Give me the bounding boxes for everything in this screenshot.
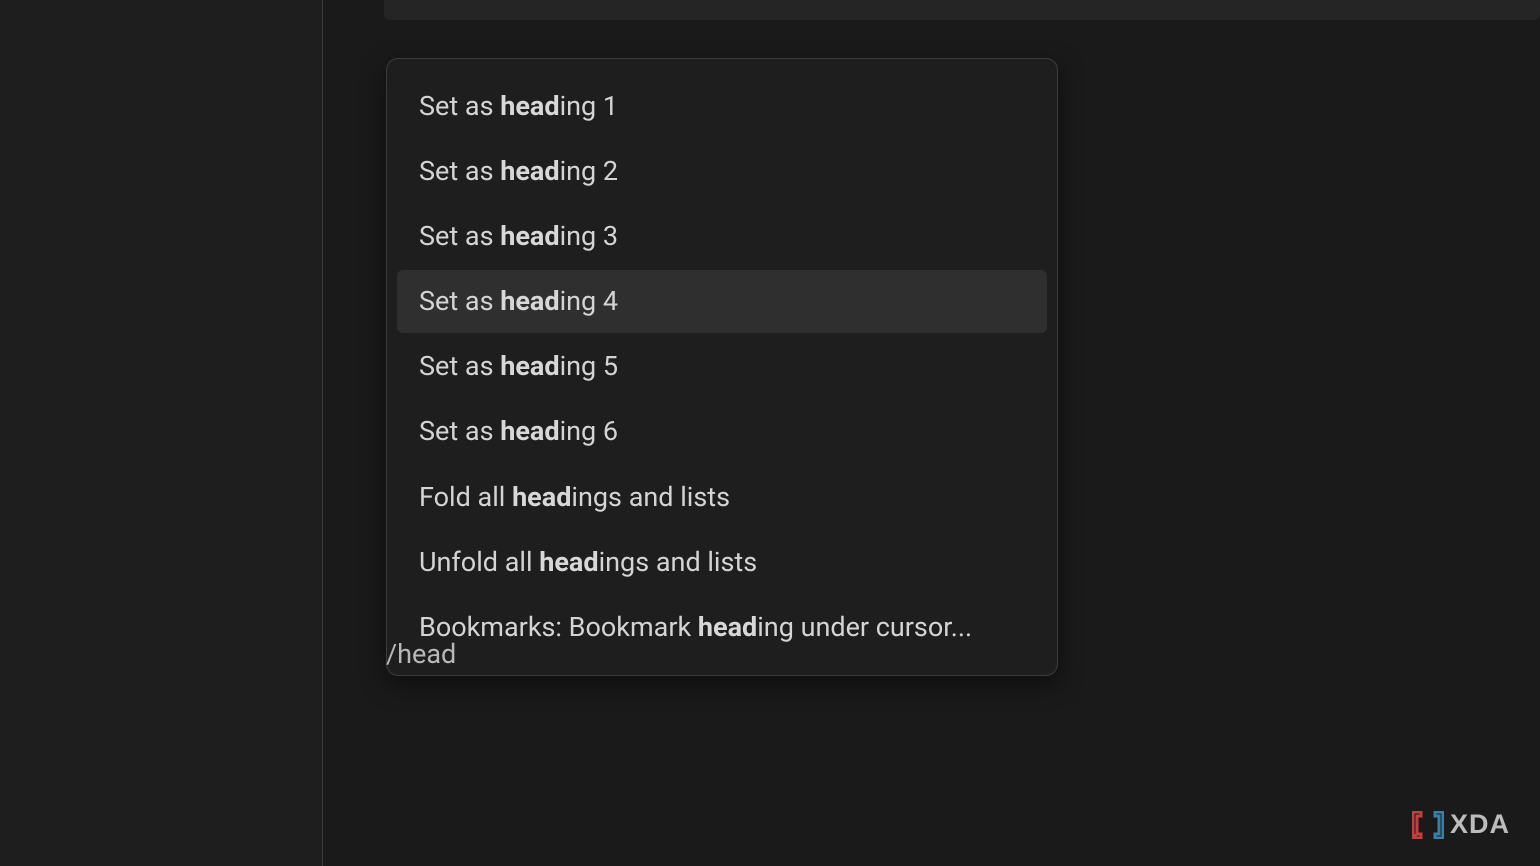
command-text-after: ing 2 bbox=[560, 155, 619, 187]
command-text-match: head bbox=[512, 481, 571, 513]
command-text-before: Set as bbox=[419, 350, 500, 382]
command-item-5[interactable]: Set as heading 6 bbox=[397, 400, 1047, 463]
command-text-after: ings and lists bbox=[571, 481, 730, 513]
command-text-after: ing 5 bbox=[560, 350, 619, 382]
command-text-match: head bbox=[500, 285, 559, 317]
xda-watermark-text: XDA bbox=[1450, 809, 1510, 840]
command-text-match: head bbox=[500, 220, 559, 252]
command-item-0[interactable]: Set as heading 1 bbox=[397, 75, 1047, 138]
xda-logo-icon bbox=[1412, 811, 1444, 839]
slash-command-input[interactable]: /head bbox=[386, 638, 456, 670]
command-item-7[interactable]: Unfold all headings and lists bbox=[397, 531, 1047, 594]
command-text-after: ing under cursor... bbox=[757, 611, 972, 643]
command-text-match: head bbox=[539, 546, 598, 578]
command-text-match: head bbox=[698, 611, 757, 643]
command-text-after: ing 3 bbox=[560, 220, 619, 252]
xda-watermark: XDA bbox=[1412, 809, 1510, 840]
command-item-6[interactable]: Fold all headings and lists bbox=[397, 466, 1047, 529]
command-text-match: head bbox=[500, 350, 559, 382]
command-item-4[interactable]: Set as heading 5 bbox=[397, 335, 1047, 398]
command-text-after: ing 6 bbox=[560, 415, 619, 447]
command-palette: Set as heading 1Set as heading 2Set as h… bbox=[386, 58, 1058, 676]
command-text-before: Set as bbox=[419, 90, 500, 122]
command-item-3[interactable]: Set as heading 4 bbox=[397, 270, 1047, 333]
command-text-after: ing 4 bbox=[560, 285, 619, 317]
command-text-before: Unfold all bbox=[419, 546, 539, 578]
command-text-before: Set as bbox=[419, 155, 500, 187]
command-text-match: head bbox=[500, 415, 559, 447]
command-item-1[interactable]: Set as heading 2 bbox=[397, 140, 1047, 203]
command-text-before: Fold all bbox=[419, 481, 512, 513]
command-text-before: Set as bbox=[419, 415, 500, 447]
command-text-match: head bbox=[500, 155, 559, 187]
command-text-before: Bookmarks: Bookmark bbox=[419, 611, 698, 643]
command-text-before: Set as bbox=[419, 220, 500, 252]
command-text-match: head bbox=[500, 90, 559, 122]
command-text-after: ing 1 bbox=[560, 90, 619, 122]
command-item-8[interactable]: Bookmarks: Bookmark heading under cursor… bbox=[397, 596, 1047, 659]
command-item-2[interactable]: Set as heading 3 bbox=[397, 205, 1047, 268]
command-text-after: ings and lists bbox=[599, 546, 758, 578]
top-bar bbox=[384, 0, 1540, 20]
command-text-before: Set as bbox=[419, 285, 500, 317]
sidebar bbox=[0, 0, 323, 866]
